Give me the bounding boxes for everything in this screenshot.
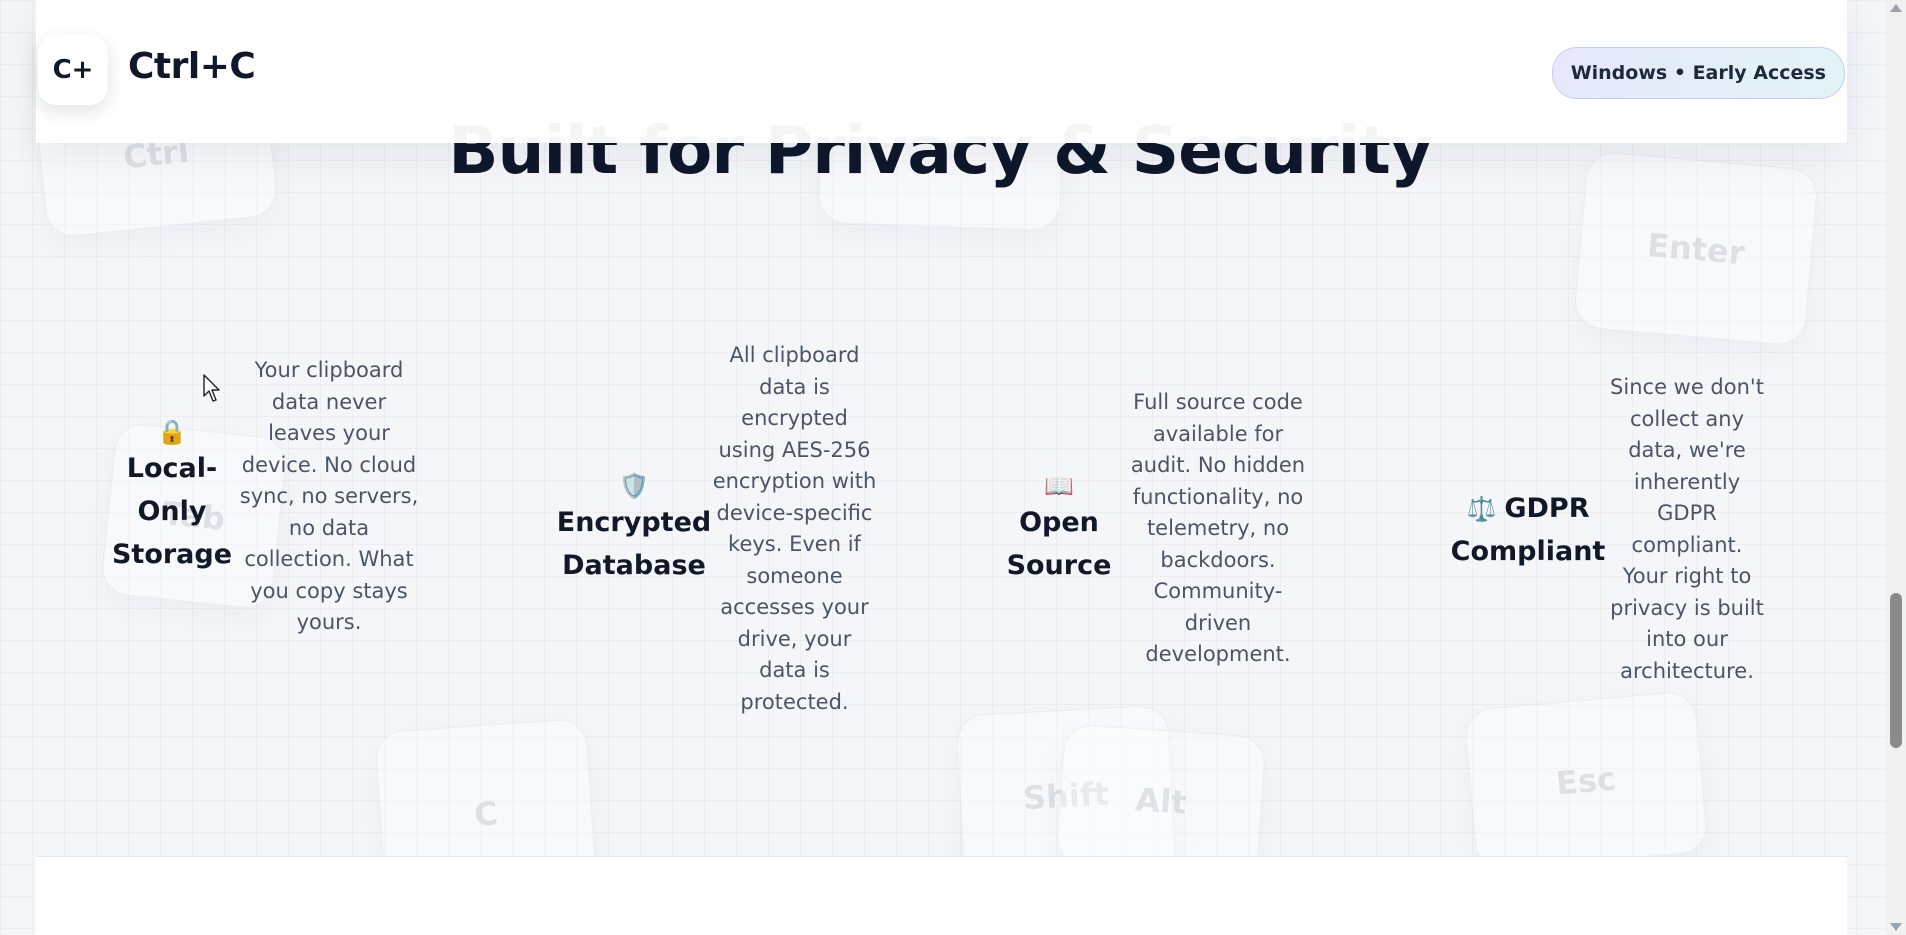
title-line: ⚖️ GDPR	[1466, 487, 1589, 530]
key-label: Alt	[1134, 780, 1188, 822]
feature-header: 🔒 Local- Only Storage	[112, 417, 232, 576]
logo-text: C+	[52, 55, 94, 85]
feature-gdpr: ⚖️ GDPR Compliant Since we don't collect …	[1451, 372, 1768, 687]
feature-local-storage: 🔒 Local- Only Storage Your clipboard dat…	[112, 355, 423, 639]
feature-title: Encrypted Database	[557, 501, 711, 587]
title-line: Open	[1019, 506, 1099, 538]
title-line: Source	[1006, 549, 1112, 581]
feature-title: ⚖️ GDPR Compliant	[1451, 487, 1606, 573]
title-line: Compliant	[1450, 535, 1606, 567]
feature-header: 🛡️ Encrypted Database	[557, 471, 711, 587]
scroll-up-arrow-icon[interactable]	[1890, 4, 1902, 12]
book-icon: 📖	[1044, 471, 1074, 500]
platform-badge[interactable]: Windows • Early Access	[1551, 47, 1845, 99]
key-label: C	[472, 793, 500, 834]
background-key-esc: Esc	[1463, 690, 1709, 872]
mouse-cursor-icon	[203, 374, 220, 402]
feature-description: Your clipboard data never leaves your de…	[239, 358, 419, 634]
next-section-panel	[36, 856, 1847, 935]
brand-name[interactable]: Ctrl+C	[128, 46, 256, 87]
scales-icon: ⚖️	[1466, 494, 1497, 523]
feature-title: Local- Only Storage	[112, 447, 232, 576]
site-header: C+ Ctrl+C Windows • Early Access	[36, 0, 1847, 143]
title-line: Local-	[126, 453, 218, 485]
feature-title: Open Source	[1007, 501, 1112, 587]
feature-encrypted-database: 🛡️ Encrypted Database All clipboard data…	[557, 340, 877, 718]
title-line: Only	[137, 496, 207, 528]
scroll-thumb[interactable]	[1890, 593, 1902, 748]
feature-description: Since we don't collect any data, we're i…	[1610, 375, 1764, 683]
feature-header: 📖 Open Source	[1003, 471, 1115, 587]
title-line: Encrypted	[556, 507, 712, 538]
feature-open-source: 📖 Open Source Full source code available…	[1003, 387, 1313, 671]
title-line: Database	[562, 550, 706, 581]
title-text: GDPR	[1504, 492, 1590, 524]
feature-description: All clipboard data is encrypted using AE…	[712, 343, 877, 714]
vertical-scrollbar[interactable]	[1886, 0, 1906, 935]
shield-icon: 🛡️	[619, 472, 649, 500]
scroll-down-arrow-icon[interactable]	[1890, 923, 1902, 931]
page: Ctrl Enter Tab C Shift Alt Esc C+ Ctrl+C…	[0, 0, 1906, 935]
key-label: Esc	[1554, 759, 1618, 803]
lock-icon: 🔒	[157, 418, 187, 447]
feature-header: ⚖️ GDPR Compliant	[1451, 487, 1606, 573]
logo[interactable]: C+	[38, 35, 108, 105]
title-line: Storage	[111, 539, 233, 571]
feature-description: Full source code available for audit. No…	[1130, 390, 1306, 666]
key-label: Enter	[1645, 225, 1747, 272]
